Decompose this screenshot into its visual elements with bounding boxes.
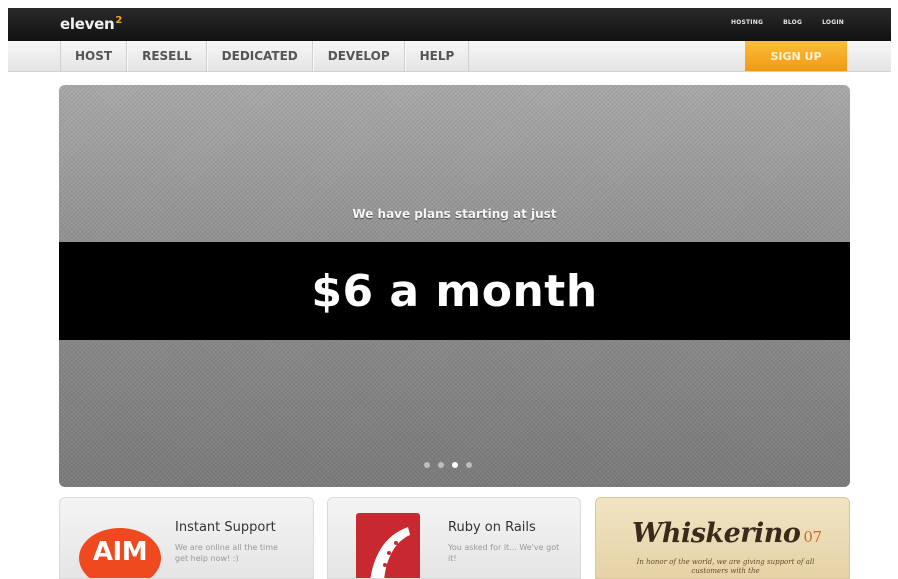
- whiskerino-title: Whiskerino: [632, 518, 801, 549]
- slider-dot-1[interactable]: [424, 462, 430, 468]
- logo-mark: 2: [115, 15, 122, 26]
- nav-item-resell[interactable]: RESELL: [127, 41, 207, 71]
- hero-slider: We have plans starting at just $6 a mont…: [59, 85, 850, 487]
- instant-support-card[interactable]: AIM Instant Support We are online all th…: [59, 497, 314, 579]
- card-title: Instant Support: [175, 520, 276, 535]
- slider-dot-2[interactable]: [438, 462, 444, 468]
- ruby-on-rails-card[interactable]: Ruby on Rails You asked for it... We've …: [327, 497, 581, 579]
- whiskerino-number: 07: [803, 528, 822, 546]
- slider-dots: [424, 462, 472, 468]
- top-bar: eleven2 HOSTING BLOG LOGIN: [8, 8, 891, 41]
- hero-price: $6 a month: [311, 265, 598, 317]
- hero-tagline: We have plans starting at just: [352, 207, 557, 221]
- whiskerino-card[interactable]: Whiskerino 07 In honor of the world, we a…: [595, 497, 850, 579]
- main-nav: HOST RESELL DEDICATED DEVELOP HELP SIGN …: [8, 41, 891, 72]
- nav-item-host[interactable]: HOST: [60, 41, 128, 71]
- sign-up-button[interactable]: SIGN UP: [745, 41, 847, 71]
- eleven2-logo[interactable]: eleven2: [60, 15, 122, 33]
- nav-item-help[interactable]: HELP: [404, 41, 470, 71]
- rails-icon: [356, 513, 420, 578]
- logo-text: eleven: [60, 15, 115, 33]
- nav-item-develop[interactable]: DEVELOP: [312, 41, 405, 71]
- slider-dot-3[interactable]: [452, 462, 458, 468]
- aim-icon: AIM: [79, 528, 161, 578]
- price-band: $6 a month: [59, 242, 850, 340]
- card-text: You asked for it... We've got it!: [448, 543, 560, 563]
- slider-dot-4[interactable]: [466, 462, 472, 468]
- top-links: HOSTING BLOG LOGIN: [731, 19, 844, 26]
- login-link[interactable]: LOGIN: [822, 19, 844, 26]
- nav-item-dedicated[interactable]: DEDICATED: [206, 41, 313, 71]
- whiskerino-logo: Whiskerino 07: [632, 518, 822, 549]
- blog-link[interactable]: BLOG: [783, 19, 802, 26]
- card-text: In honor of the world, we are giving sup…: [636, 558, 815, 575]
- card-title: Ruby on Rails: [448, 520, 536, 535]
- card-text: We are online all the time get help now!…: [175, 543, 278, 563]
- hosting-link[interactable]: HOSTING: [731, 19, 763, 26]
